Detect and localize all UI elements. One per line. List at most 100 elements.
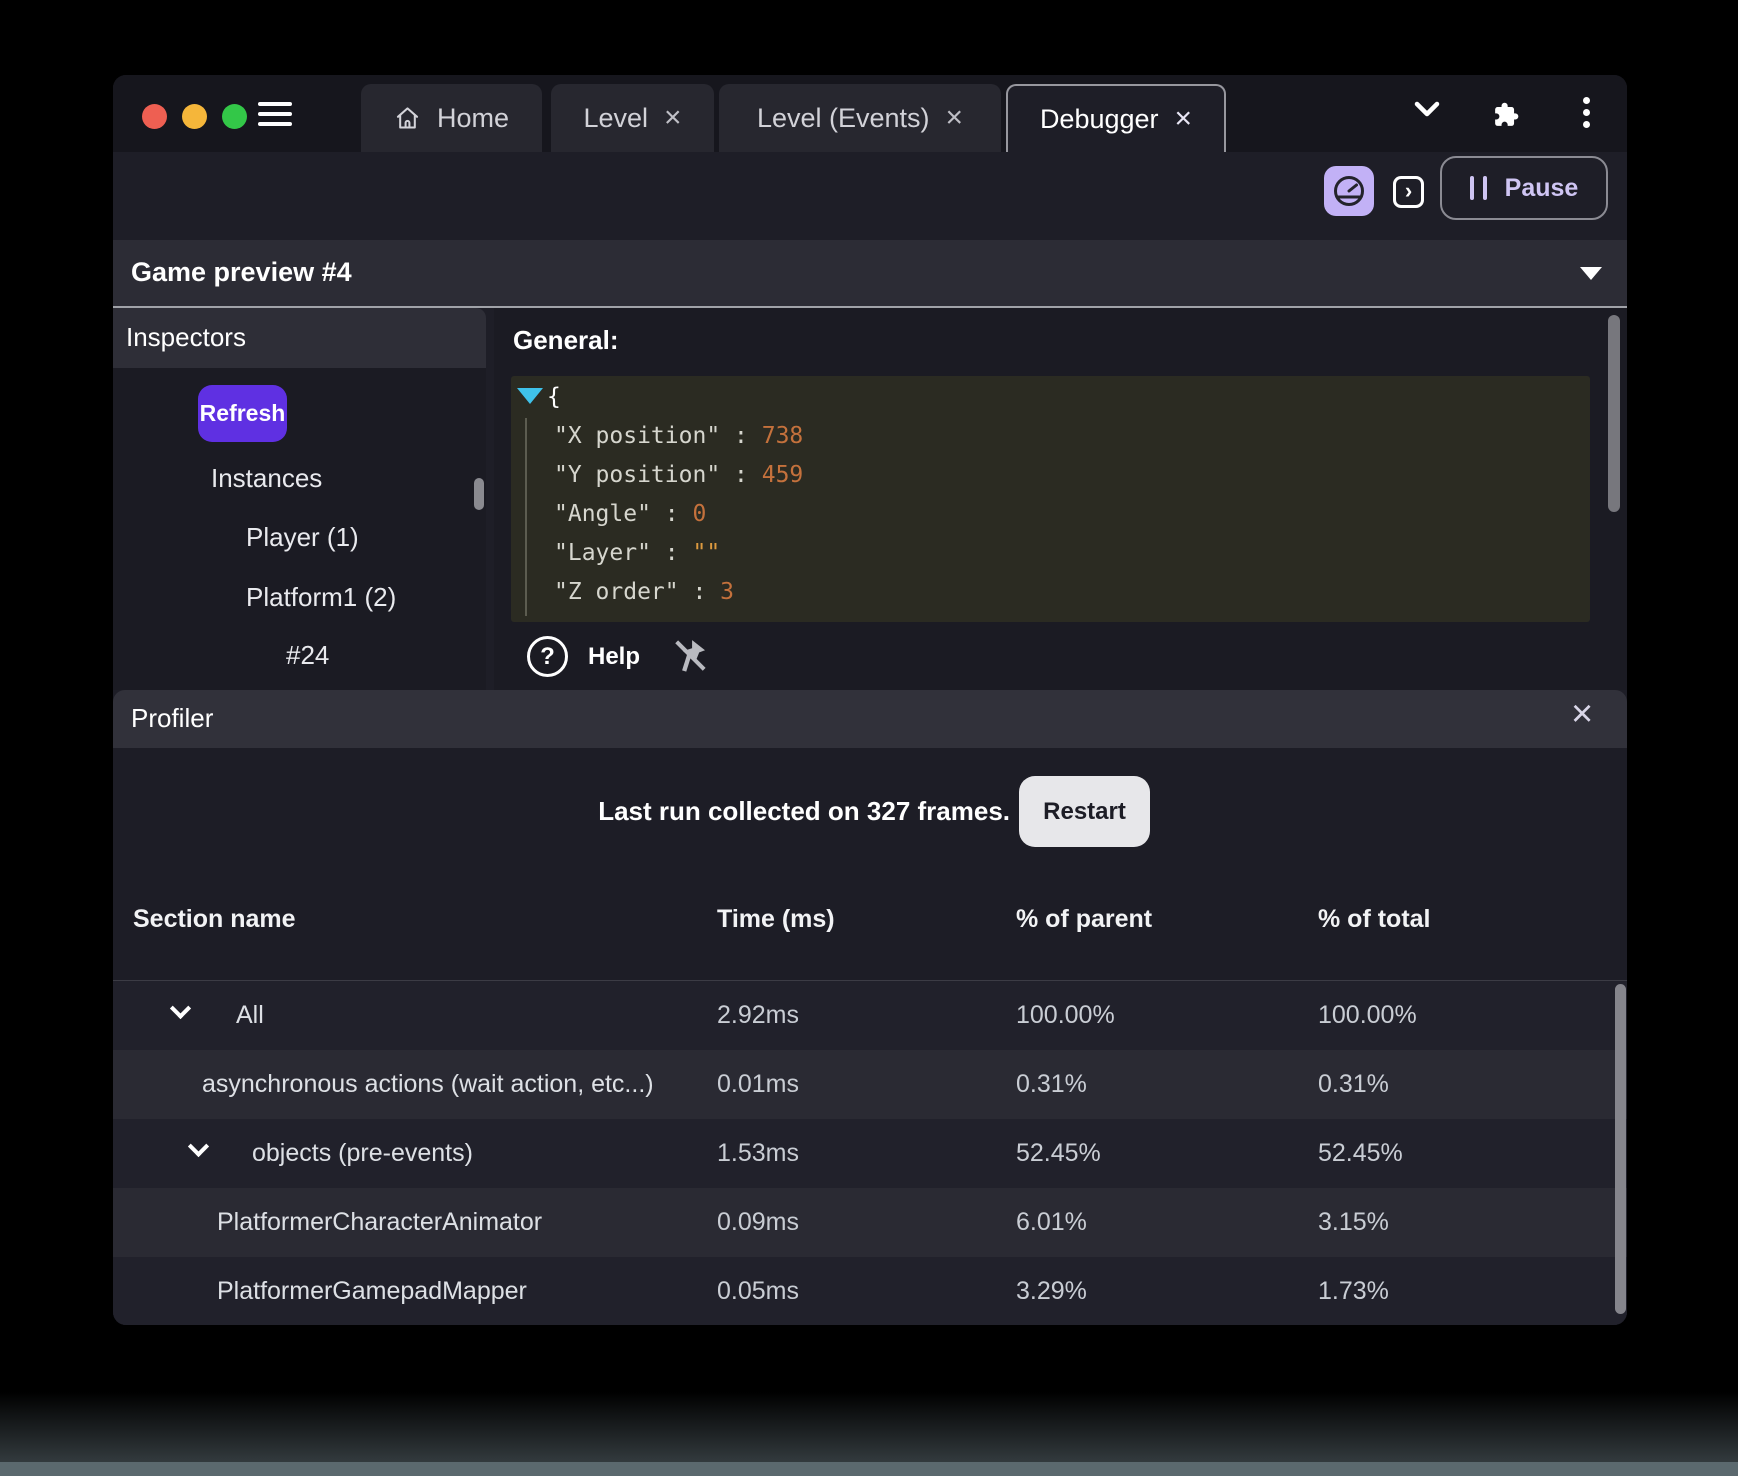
json-line[interactable]: "X position" : 738	[554, 423, 803, 449]
inspector-item-instances[interactable]: Instances	[211, 463, 322, 494]
game-preview-title: Game preview #4	[131, 257, 352, 287]
close-window-button[interactable]	[142, 104, 167, 129]
row-time: 0.09ms	[717, 1208, 799, 1236]
desktop-strip	[0, 1462, 1738, 1476]
json-key: "Z order"	[554, 579, 679, 605]
row-name: PlatformerCharacterAnimator	[217, 1208, 543, 1236]
profiler-table-header: Section name Time (ms) % of parent % of …	[113, 905, 1627, 935]
more-options-icon[interactable]	[1583, 97, 1591, 133]
chevron-down-icon[interactable]	[169, 997, 192, 1020]
inspectors-scrollbar[interactable]	[474, 478, 484, 510]
json-value: 459	[761, 462, 804, 488]
profiler-scrollbar[interactable]	[1615, 984, 1626, 1314]
chevron-down-icon[interactable]	[187, 1135, 210, 1158]
row-name: All	[236, 1001, 264, 1029]
home-icon	[394, 105, 421, 132]
column-percent-parent: % of parent	[1016, 905, 1153, 933]
row-time: 0.01ms	[717, 1070, 799, 1098]
minimize-window-button[interactable]	[182, 104, 207, 129]
row-percent-parent: 0.31%	[1016, 1070, 1087, 1098]
json-key: "Layer"	[554, 540, 651, 566]
menu-icon[interactable]	[258, 102, 292, 127]
inspectors-header: Inspectors	[113, 308, 486, 368]
json-line[interactable]: "Y position" : 459	[554, 462, 803, 488]
profiler-gauge-icon[interactable]	[1324, 166, 1374, 216]
row-time: 1.53ms	[717, 1139, 799, 1167]
game-preview-selector[interactable]: Game preview #4	[113, 240, 1627, 306]
row-name: PlatformerGamepadMapper	[217, 1277, 527, 1305]
help-button[interactable]: ? Help	[527, 636, 640, 677]
table-row[interactable]: All 2.92ms 100.00% 100.00%	[113, 981, 1627, 1050]
indent-guide	[525, 418, 527, 616]
help-question-icon: ?	[527, 636, 568, 677]
zoom-window-button[interactable]	[222, 104, 247, 129]
profiler-panel: Last run collected on 327 frames. Restar…	[113, 748, 1627, 1325]
inspectors-panel: Refresh Instances Player (1) Platform1 (…	[113, 368, 486, 690]
app-window: Home Level × Level (Events) × Debugger ×	[113, 75, 1627, 1325]
json-value: 3	[720, 579, 735, 605]
table-row[interactable]: PlatformerCharacterAnimator 0.09ms 6.01%…	[113, 1188, 1627, 1257]
tab-home[interactable]: Home	[361, 84, 542, 152]
pin-off-icon[interactable]	[670, 634, 710, 678]
close-tab-icon[interactable]: ×	[946, 103, 964, 133]
dropdown-arrow-icon[interactable]	[1580, 267, 1602, 280]
row-time: 0.05ms	[717, 1277, 799, 1305]
close-profiler-icon[interactable]: ×	[1571, 693, 1593, 736]
desktop-shadow	[0, 1392, 1738, 1462]
json-line[interactable]: "Z order" : 3	[554, 579, 734, 605]
column-section-name: Section name	[133, 905, 296, 933]
general-scrollbar[interactable]	[1608, 315, 1620, 512]
table-row[interactable]: asynchronous actions (wait action, etc..…	[113, 1050, 1627, 1119]
tab-debugger[interactable]: Debugger ×	[1006, 84, 1226, 152]
row-percent-total: 3.15%	[1318, 1208, 1389, 1236]
inspectors-title: Inspectors	[126, 322, 246, 352]
json-line[interactable]: "Angle" : 0	[554, 501, 706, 527]
inspector-item-instance-24[interactable]: #24	[286, 640, 329, 671]
row-time: 2.92ms	[717, 1001, 799, 1029]
titlebar: Home Level × Level (Events) × Debugger ×	[113, 75, 1627, 152]
table-row[interactable]: objects (pre-events) 1.53ms 52.45% 52.45…	[113, 1119, 1627, 1188]
inspector-item-player[interactable]: Player (1)	[246, 522, 359, 553]
collapse-triangle-icon[interactable]	[517, 388, 543, 404]
profiler-header: Profiler ×	[113, 690, 1627, 748]
tab-label: Home	[436, 102, 510, 133]
json-value: ""	[692, 540, 721, 566]
json-value: 0	[692, 501, 707, 527]
pause-button[interactable]: Pause	[1440, 156, 1608, 220]
tab-label: Level	[583, 102, 648, 133]
tab-level-events[interactable]: Level (Events) ×	[719, 84, 1001, 152]
json-key: "X position"	[554, 423, 721, 449]
table-row[interactable]: PlatformerGamepadMapper 0.05ms 3.29% 1.7…	[113, 1257, 1627, 1325]
console-terminal-icon[interactable]: ›	[1393, 176, 1424, 208]
tab-label: Debugger	[1039, 103, 1159, 134]
row-percent-parent: 6.01%	[1016, 1208, 1087, 1236]
json-key: "Angle"	[554, 501, 651, 527]
profiler-status-text: Last run collected on 327 frames.	[598, 796, 1010, 826]
tab-label: Level (Events)	[756, 102, 930, 133]
help-label: Help	[588, 642, 641, 670]
json-key: "Y position"	[554, 462, 721, 488]
screenshot-stage: Home Level × Level (Events) × Debugger ×	[0, 0, 1738, 1476]
general-title: General:	[513, 325, 619, 355]
tab-level[interactable]: Level ×	[551, 84, 714, 152]
close-tab-icon[interactable]: ×	[1175, 104, 1193, 134]
json-value: 738	[761, 423, 804, 449]
column-time: Time (ms)	[717, 905, 835, 933]
row-name: objects (pre-events)	[252, 1139, 473, 1167]
row-percent-total: 1.73%	[1318, 1277, 1389, 1305]
inspector-item-platform1[interactable]: Platform1 (2)	[246, 582, 396, 613]
chevron-down-icon[interactable]	[1413, 99, 1441, 124]
column-percent-total: % of total	[1318, 905, 1431, 933]
row-percent-total: 100.00%	[1318, 1001, 1417, 1029]
extensions-puzzle-icon[interactable]	[1491, 99, 1523, 136]
close-tab-icon[interactable]: ×	[664, 103, 682, 133]
pause-label: Pause	[1504, 173, 1579, 202]
row-percent-total: 52.45%	[1318, 1139, 1403, 1167]
row-percent-parent: 100.00%	[1016, 1001, 1115, 1029]
restart-button[interactable]: Restart	[1019, 776, 1150, 847]
debugger-toolbar: › Pause	[113, 152, 1627, 240]
json-line[interactable]: "Layer" : ""	[554, 540, 720, 566]
pause-icon	[1469, 176, 1487, 200]
refresh-button[interactable]: Refresh	[198, 385, 287, 442]
row-percent-total: 0.31%	[1318, 1070, 1389, 1098]
